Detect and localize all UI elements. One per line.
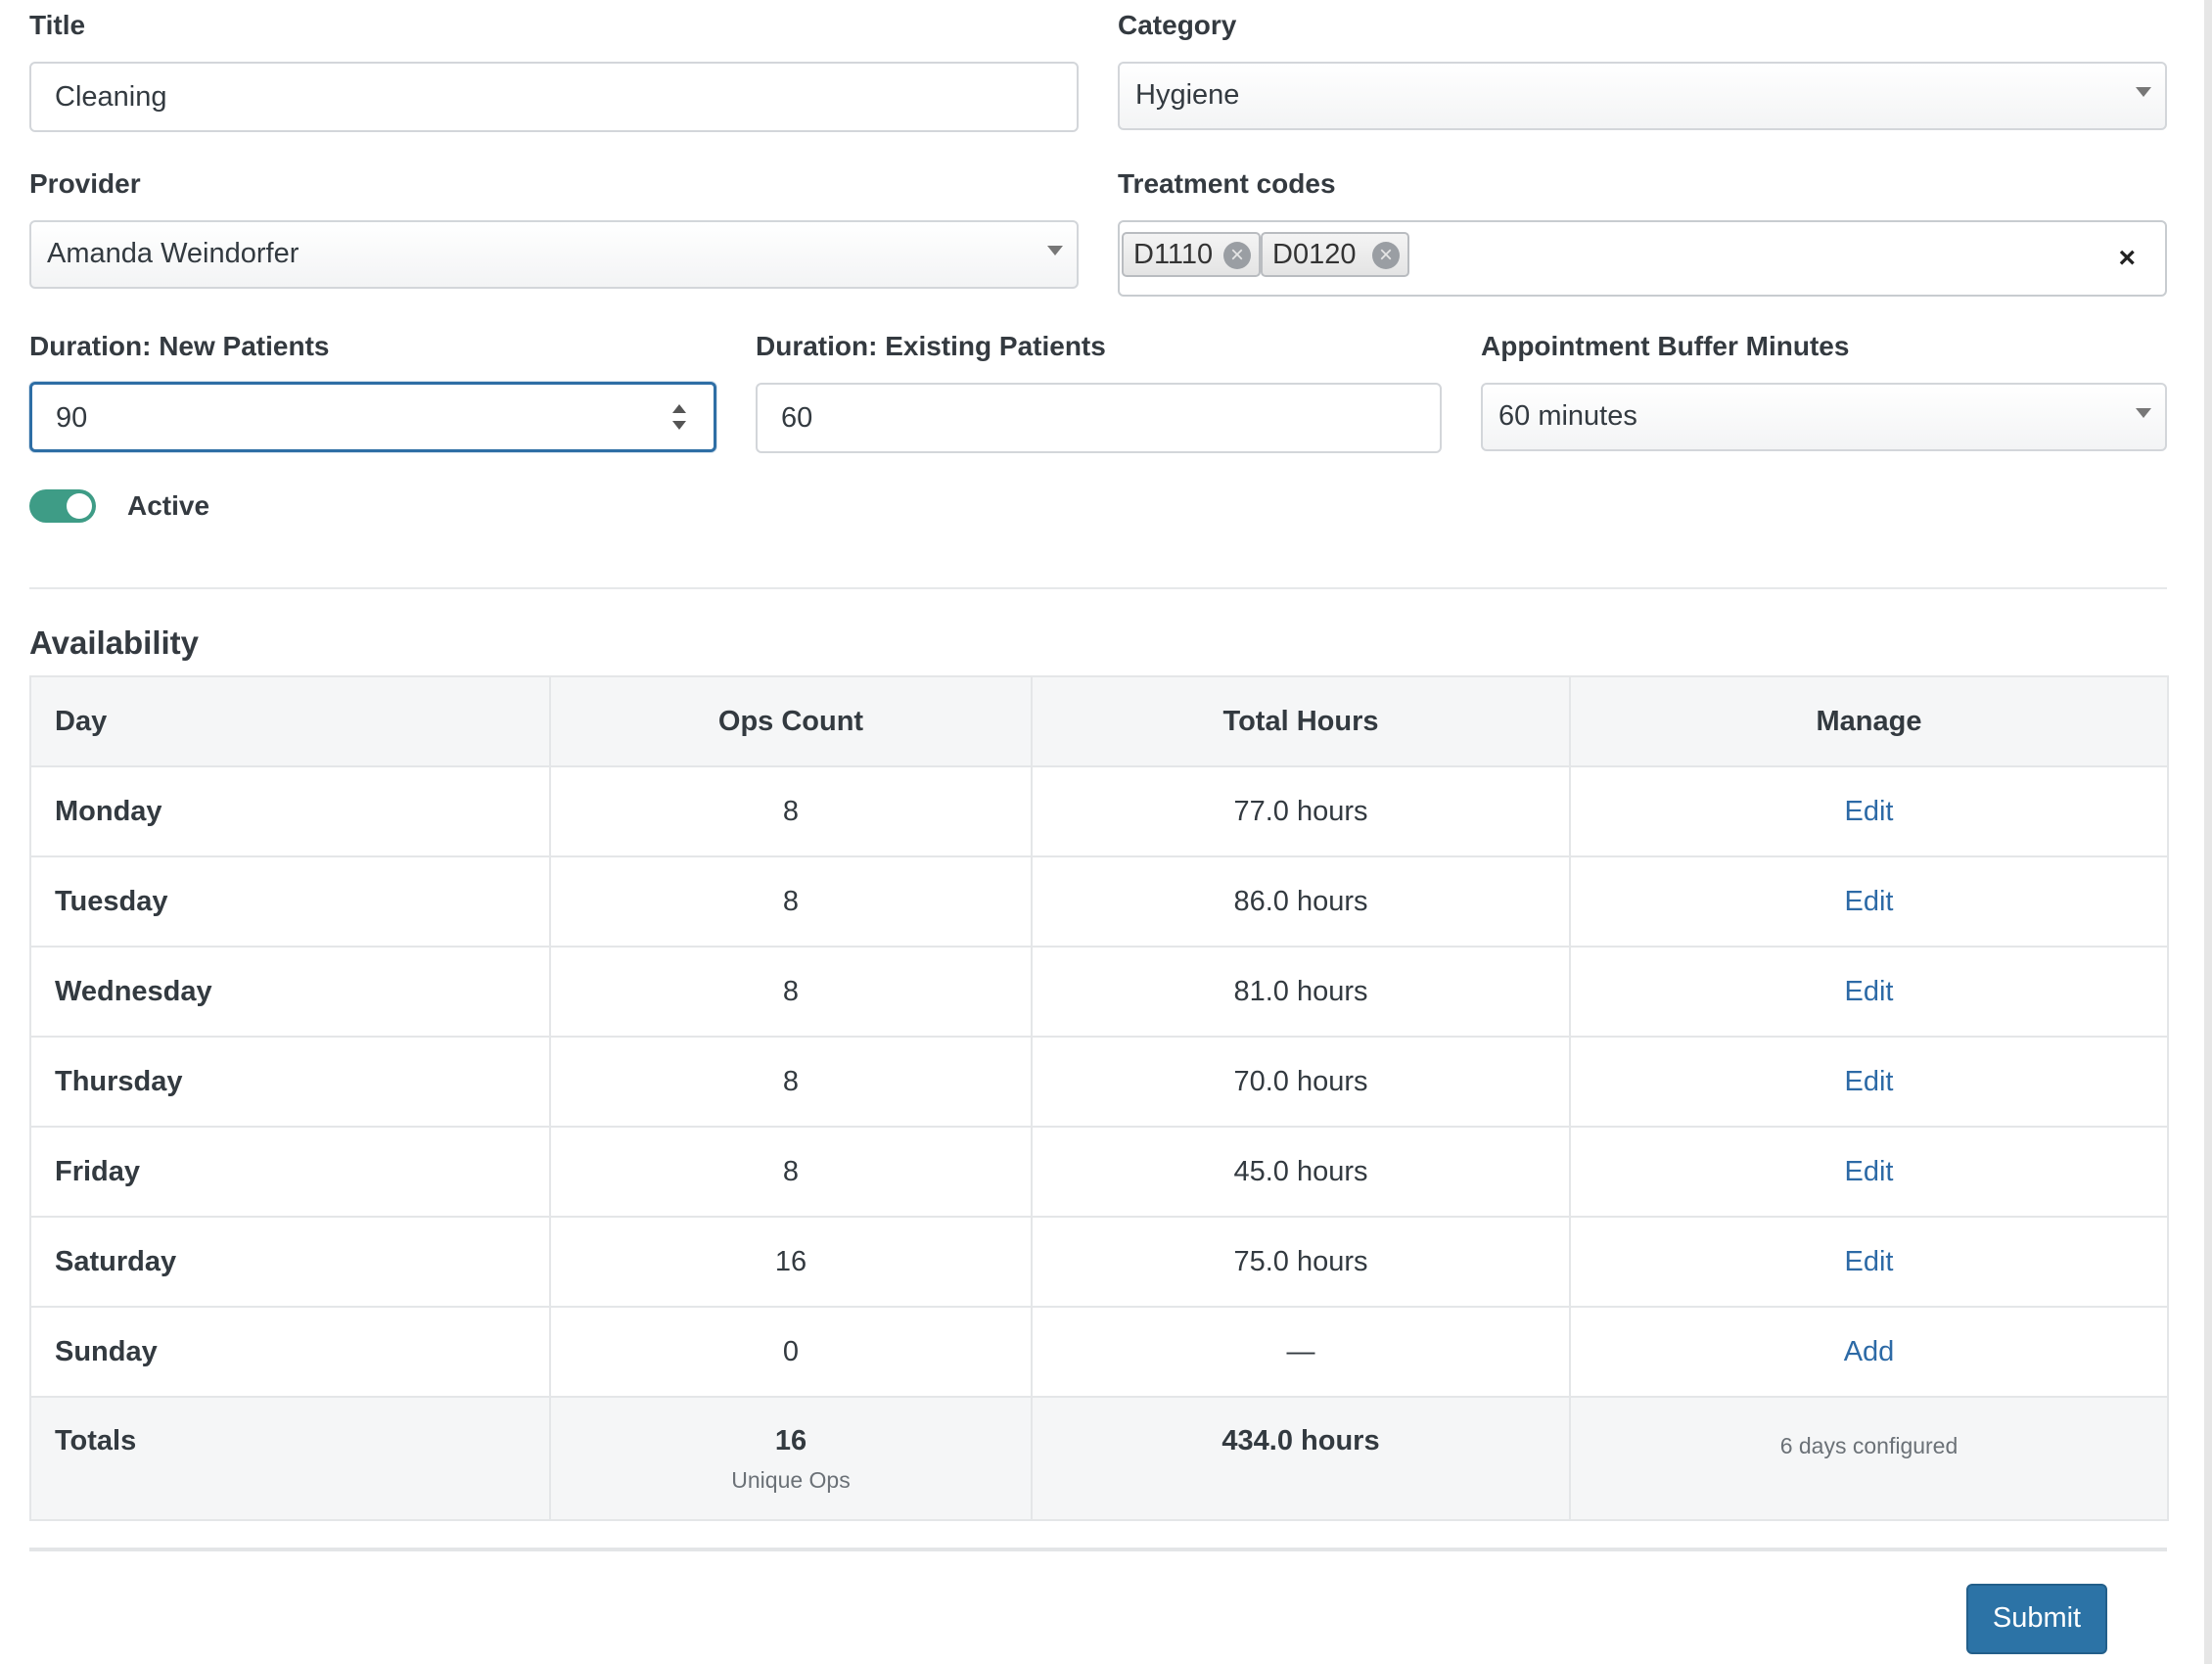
remove-tag-icon[interactable]: × [1372,242,1400,269]
totals-ops-cell: 16 Unique Ops [549,1396,1033,1521]
row-hours: 81.0 hours [1031,946,1571,1038]
category-label: Category [1118,10,1237,40]
clear-all-icon[interactable]: × [2118,240,2136,277]
row-day: Monday [29,765,551,857]
treatment-codes-multiselect[interactable]: D1110 × D0120 × × [1118,220,2167,297]
totals-hours: 434.0 hours [1221,1425,1380,1456]
row-ops: 8 [549,765,1033,857]
provider-label: Provider [29,168,141,199]
edit-link-friday[interactable]: Edit [1845,1156,1894,1187]
totals-hours-cell: 434.0 hours [1031,1396,1571,1521]
availability-title: Availability [29,624,200,661]
table-row: Tuesday 8 86.0 hours Edit [29,855,2169,948]
category-select[interactable]: Hygiene [1118,62,2167,130]
appointment-type-form: Title Cleaning Category Hygiene Provider… [29,0,2169,1664]
row-hours: 77.0 hours [1031,765,1571,857]
submit-button[interactable]: Submit [1966,1584,2107,1654]
tag-label: D1110 [1133,239,1214,270]
row-hours: 70.0 hours [1031,1036,1571,1128]
title-label: Title [29,10,86,40]
row-hours: 75.0 hours [1031,1216,1571,1308]
duration-new-label: Duration: New Patients [29,331,330,361]
row-day: Wednesday [29,946,551,1038]
header-day: Day [29,675,551,767]
header-total-hours: Total Hours [1031,675,1571,767]
duration-existing-value: 60 [781,402,813,434]
vertical-scrollbar[interactable] [2204,0,2212,1664]
row-ops: 8 [549,946,1033,1038]
edit-link-wednesday[interactable]: Edit [1845,976,1894,1007]
provider-select[interactable]: Amanda Weindorfer [29,220,1079,289]
active-label: Active [127,490,210,521]
totals-note-cell: 6 days configured [1569,1396,2169,1521]
row-hours: — [1031,1306,1571,1398]
add-link-sunday[interactable]: Add [1844,1336,1895,1367]
availability-table: Day Ops Count Total Hours Manage Monday … [29,675,2169,1521]
table-header-row: Day Ops Count Total Hours Manage [29,675,2169,767]
table-row: Sunday 0 — Add [29,1306,2169,1398]
row-hours: 45.0 hours [1031,1126,1571,1218]
chevron-down-icon [1047,246,1063,255]
row-day: Thursday [29,1036,551,1128]
footer-divider [29,1548,2167,1551]
row-day: Friday [29,1126,551,1218]
row-hours: 86.0 hours [1031,855,1571,948]
row-ops: 0 [549,1306,1033,1398]
duration-new-input[interactable]: 90 [29,382,716,452]
divider [29,587,2167,589]
edit-link-tuesday[interactable]: Edit [1845,886,1894,917]
table-row: Saturday 16 75.0 hours Edit [29,1216,2169,1308]
totals-row: Totals 16 Unique Ops 434.0 hours 6 days … [29,1396,2169,1521]
tag-d1110: D1110 × [1122,232,1261,277]
row-ops: 16 [549,1216,1033,1308]
header-manage: Manage [1569,675,2169,767]
table-row: Friday 8 45.0 hours Edit [29,1126,2169,1218]
remove-tag-icon[interactable]: × [1223,242,1251,269]
active-toggle[interactable] [29,489,96,523]
toggle-knob [67,493,92,519]
chevron-down-icon [2136,408,2151,418]
totals-label: Totals [29,1396,551,1521]
number-stepper-icon[interactable] [672,404,686,434]
treatment-codes-label: Treatment codes [1118,168,1336,199]
table-row: Monday 8 77.0 hours Edit [29,765,2169,857]
provider-select-value: Amanda Weindorfer [47,238,300,269]
tag-label: D0120 [1272,239,1357,270]
header-ops-count: Ops Count [549,675,1033,767]
edit-link-saturday[interactable]: Edit [1845,1246,1894,1277]
table-row: Thursday 8 70.0 hours Edit [29,1036,2169,1128]
chevron-down-icon [2136,87,2151,97]
row-ops: 8 [549,1036,1033,1128]
row-day: Tuesday [29,855,551,948]
duration-existing-input[interactable]: 60 [756,383,1442,453]
table-row: Wednesday 8 81.0 hours Edit [29,946,2169,1038]
buffer-select-value: 60 minutes [1498,400,1637,432]
totals-ops-sub: Unique Ops [731,1467,851,1493]
title-input[interactable]: Cleaning [29,62,1079,132]
edit-link-monday[interactable]: Edit [1845,796,1894,827]
tag-d0120: D0120 × [1261,232,1409,277]
row-ops: 8 [549,855,1033,948]
duration-existing-label: Duration: Existing Patients [756,331,1106,361]
buffer-label: Appointment Buffer Minutes [1481,331,1850,361]
row-day: Saturday [29,1216,551,1308]
edit-link-thursday[interactable]: Edit [1845,1066,1894,1097]
title-input-value: Cleaning [55,81,167,113]
totals-note: 6 days configured [1779,1433,1959,1458]
totals-ops: 16 [774,1425,807,1456]
duration-new-value: 90 [56,402,88,434]
category-select-value: Hygiene [1135,79,1240,111]
buffer-select[interactable]: 60 minutes [1481,383,2167,451]
row-day: Sunday [29,1306,551,1398]
row-ops: 8 [549,1126,1033,1218]
